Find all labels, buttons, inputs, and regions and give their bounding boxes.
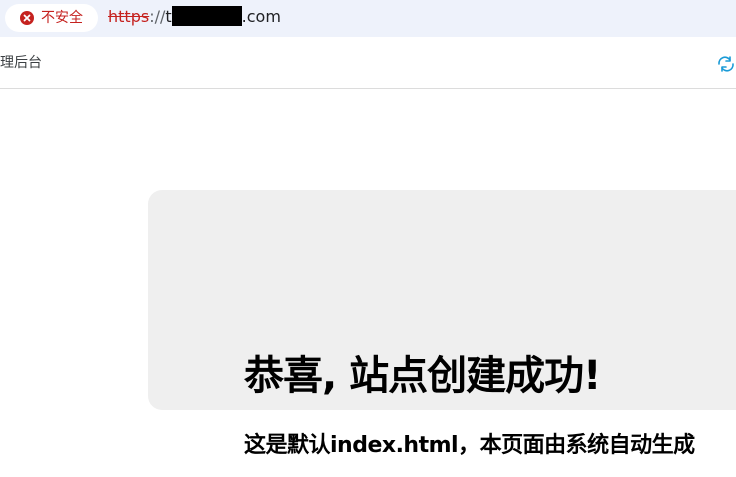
address-bar: 不安全 https://t .com bbox=[0, 0, 736, 37]
page-heading: 恭喜, 站点创建成功! bbox=[244, 353, 601, 399]
bookmark-item[interactable]: 理后台 bbox=[0, 54, 42, 72]
bookmarks-bar: 理后台 bbox=[0, 38, 736, 89]
url-field[interactable]: https://t .com bbox=[108, 6, 281, 28]
refresh-icon[interactable] bbox=[716, 54, 736, 74]
url-separator: :// bbox=[149, 7, 166, 26]
url-scheme: https bbox=[108, 7, 150, 26]
security-label: 不安全 bbox=[41, 10, 83, 26]
page-subheading: 这是默认index.html，本页面由系统自动生成 bbox=[244, 433, 695, 458]
redacted-block bbox=[171, 6, 242, 26]
warning-circle-icon bbox=[20, 11, 34, 25]
url-host-end: .com bbox=[241, 7, 281, 26]
security-indicator-button[interactable]: 不安全 bbox=[5, 4, 98, 32]
